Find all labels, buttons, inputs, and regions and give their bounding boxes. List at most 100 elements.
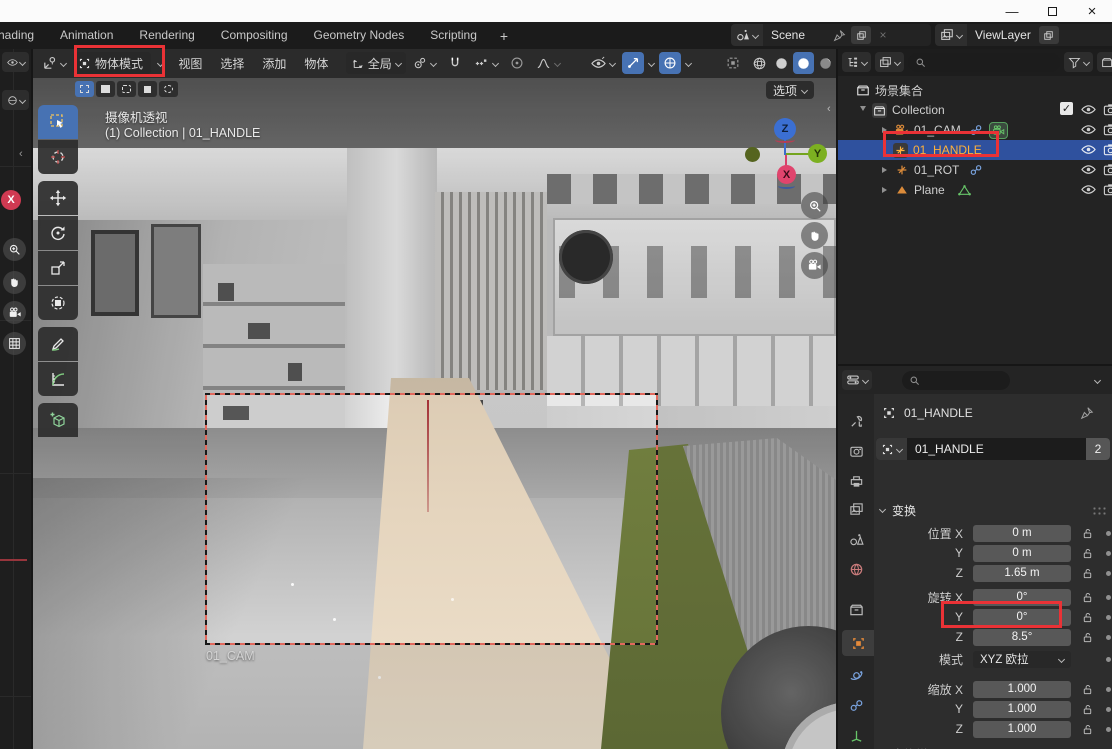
outliner-row-collection[interactable]: Collection ✓ [838,100,1112,120]
pin-icon[interactable] [833,29,846,42]
animate-dot[interactable] [1106,727,1111,732]
tab-compositing[interactable]: Compositing [208,22,301,49]
overlay-dropdown-partial[interactable] [2,90,29,110]
properties-search-input[interactable] [902,371,1010,390]
gizmo-axis-y-negative[interactable] [745,147,760,162]
sidebar-collapse-arrow[interactable]: ‹ [19,148,23,160]
lock-icon[interactable] [1075,632,1099,643]
tool-annotate[interactable] [38,327,78,361]
menu-add[interactable]: 添加 [254,55,294,72]
object-id-browse-button[interactable] [876,438,907,460]
menu-select[interactable]: 选择 [212,55,252,72]
tab-object[interactable] [842,630,874,656]
tool-rotate[interactable] [38,216,78,250]
lock-icon[interactable] [1075,548,1099,559]
viewport-3d[interactable]: 物体模式 视图 选择 添加 物体 全局 [33,48,836,749]
editor-type-button[interactable] [37,52,71,74]
animate-dot[interactable] [1106,657,1111,662]
field-value[interactable]: 0° [973,609,1071,626]
shading-dropdown-partial[interactable] [2,52,29,72]
tab-scene[interactable] [838,526,874,552]
gizmo-dropdown[interactable] [646,52,657,74]
expand-arrow-icon[interactable] [860,106,866,114]
lock-icon[interactable] [1075,684,1099,695]
field-value[interactable]: 8.5° [973,629,1071,646]
gizmo-axis-x[interactable]: X [777,165,796,184]
camera-view-button[interactable] [3,301,26,324]
select-paint-button[interactable] [159,81,178,97]
snap-target-selector[interactable] [469,52,503,74]
viewport-pan-button[interactable] [801,222,828,249]
field-value[interactable]: 0° [973,589,1071,606]
tool-scale[interactable] [38,251,78,285]
tab-geometry-nodes[interactable]: Geometry Nodes [301,22,418,49]
lock-icon[interactable] [1075,568,1099,579]
outliner-row-01-cam[interactable]: 01_CAM [838,120,1112,140]
lock-icon[interactable] [1075,704,1099,715]
animate-dot[interactable] [1106,571,1111,576]
rotation-mode-dropdown[interactable]: XYZ 欧拉 [973,651,1071,668]
tool-transform[interactable] [38,286,78,320]
new-scene-button[interactable] [851,26,871,44]
outliner-row-01-handle[interactable]: 01_HANDLE [838,140,1112,160]
panel-drag-dots[interactable] [1092,506,1106,516]
add-workspace-button[interactable]: + [490,28,518,44]
camera-frame[interactable] [205,393,658,645]
select-tweak-button[interactable] [75,81,94,97]
view-layer-browse-button[interactable] [935,24,967,46]
lock-icon[interactable] [1075,612,1099,623]
viewport-options-button[interactable]: 选项 [766,81,814,99]
tool-measure[interactable] [38,362,78,396]
pin-icon[interactable] [1080,406,1094,420]
lock-icon[interactable] [1075,724,1099,735]
close-button[interactable]: × [1072,0,1112,22]
tool-cursor[interactable] [38,140,78,174]
tab-collection[interactable] [838,596,874,622]
properties-options-dropdown[interactable] [1094,376,1101,383]
expand-arrow-icon[interactable] [882,167,887,173]
field-value[interactable]: 1.000 [973,701,1071,718]
animate-dot[interactable] [1106,687,1111,692]
disable-render-camera-icon[interactable] [1103,162,1112,177]
expand-arrow-icon[interactable] [882,187,887,193]
tab-render[interactable] [838,438,874,464]
collection-checkbox[interactable]: ✓ [1060,102,1073,115]
minimize-button[interactable]: — [992,0,1032,22]
lock-icon[interactable] [1075,592,1099,603]
menu-object[interactable]: 物体 [296,55,336,72]
maximize-button[interactable] [1032,0,1072,22]
tab-tool[interactable] [838,408,874,434]
pivot-point-selector[interactable] [408,52,441,74]
outliner-search-input[interactable] [908,53,1060,72]
tab-scripting[interactable]: Scripting [417,22,490,49]
scene-selector[interactable]: Scene × [731,24,931,46]
new-view-layer-button[interactable] [1039,26,1059,44]
tab-world[interactable] [838,556,874,582]
snap-toggle[interactable] [443,52,467,74]
show-overlays-toggle[interactable] [659,52,681,74]
animate-dot[interactable] [1106,615,1111,620]
shading-rendered-button[interactable] [815,52,836,74]
field-value[interactable]: 1.65 m [973,565,1071,582]
animate-dot[interactable] [1106,595,1111,600]
outliner-row-scene-collection[interactable]: 场景集合 [838,80,1112,100]
animate-dot[interactable] [1106,635,1111,640]
outliner-filter-button[interactable] [1064,52,1093,72]
properties-editor-type-button[interactable] [842,370,872,390]
view-layer-selector[interactable]: ViewLayer [935,24,1112,46]
select-circle-button[interactable] [117,81,136,97]
animate-dot[interactable] [1106,531,1111,536]
viewport-camera-button[interactable] [801,252,828,279]
select-lasso-button[interactable] [138,81,157,97]
tab-physics[interactable] [838,662,874,688]
shading-material-preview-button[interactable] [793,52,814,74]
pan-button[interactable] [3,271,26,294]
hide-eye-icon[interactable] [1081,122,1096,137]
outliner-display-mode-selector[interactable] [842,52,871,72]
proportional-editing-toggle[interactable] [505,52,529,74]
menu-view[interactable]: 视图 [170,55,210,72]
xray-toggle[interactable] [721,52,745,74]
disable-render-camera-icon[interactable] [1103,182,1112,197]
viewport-zoom-button[interactable] [801,192,828,219]
tab-constraints[interactable] [838,692,874,718]
